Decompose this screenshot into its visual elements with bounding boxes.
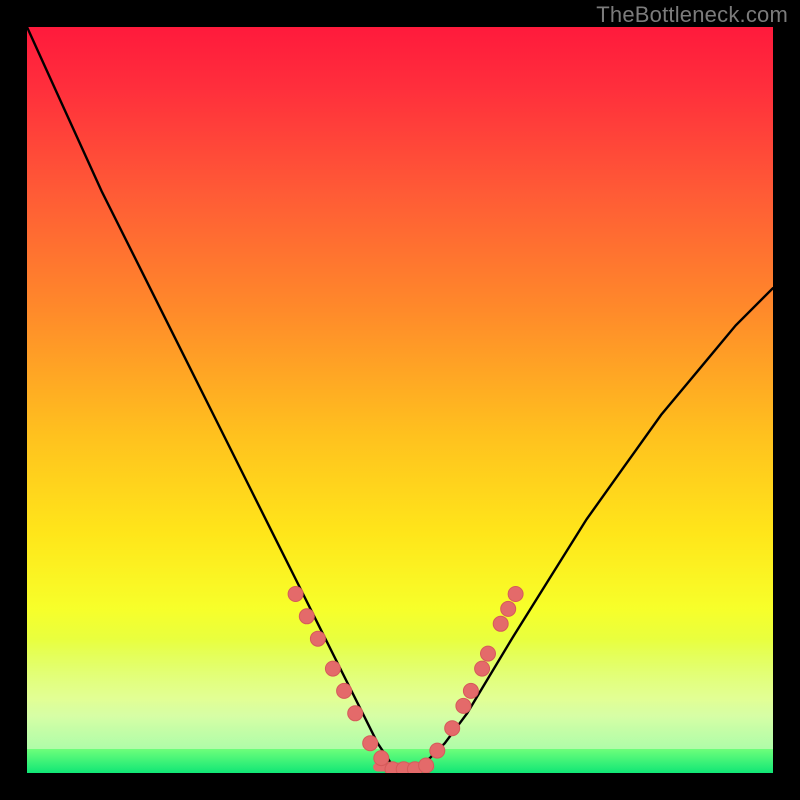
bottleneck-curve: [27, 27, 773, 773]
data-marker: [374, 751, 389, 766]
data-marker: [501, 601, 516, 616]
plot-area: [27, 27, 773, 773]
data-marker: [445, 721, 460, 736]
data-marker: [299, 609, 314, 624]
data-marker: [430, 743, 445, 758]
data-marker: [508, 587, 523, 602]
data-marker: [325, 661, 340, 676]
data-marker: [419, 758, 434, 773]
data-marker: [348, 706, 363, 721]
watermark-text: TheBottleneck.com: [596, 2, 788, 28]
chart-frame: TheBottleneck.com: [0, 0, 800, 800]
data-marker: [288, 587, 303, 602]
data-marker: [363, 736, 378, 751]
data-marker: [463, 683, 478, 698]
data-marker: [310, 631, 325, 646]
data-marker: [493, 616, 508, 631]
data-marker: [475, 661, 490, 676]
data-marker: [337, 683, 352, 698]
curve-layer: [27, 27, 773, 773]
data-marker: [481, 646, 496, 661]
data-marker: [456, 698, 471, 713]
